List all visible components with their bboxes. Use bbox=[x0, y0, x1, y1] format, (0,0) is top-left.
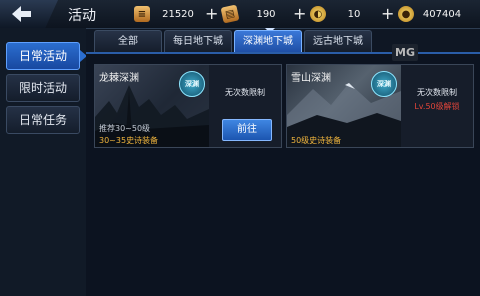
dungeon-info: 无次数限制 Lv.50级解锁 bbox=[401, 65, 473, 147]
coin-icon: ◐ bbox=[310, 6, 326, 22]
sidebar-item-limited-activity[interactable]: 限时活动 bbox=[6, 74, 80, 102]
tab-abyss-dungeon[interactable]: 深渊地下城 bbox=[234, 30, 302, 52]
add-coin-button[interactable]: + bbox=[381, 6, 394, 22]
abyss-badge-icon: 深渊 bbox=[179, 71, 205, 97]
dungeon-card-dragon-thorn[interactable]: 龙棘深渊 深渊 推荐30~50级 30~35史诗装备 无次数限制 前往 bbox=[94, 64, 282, 148]
add-scroll-button[interactable]: + bbox=[205, 6, 218, 22]
resource-value: 10 bbox=[347, 8, 361, 20]
resource-value: 21520 bbox=[162, 8, 194, 20]
resource-gold: ● 407404 bbox=[398, 5, 466, 23]
attempt-limit: 无次数限制 bbox=[225, 88, 265, 97]
resource-scroll: ≡ 21520 + bbox=[134, 5, 218, 23]
recommend-level: 推荐30~50级 bbox=[99, 124, 151, 133]
sidebar: 日常活动 限时活动 日常任务 bbox=[0, 28, 87, 296]
resource-value: 407404 bbox=[422, 8, 462, 20]
page-title: 活动 bbox=[68, 8, 96, 24]
dungeon-card-snow-mountain[interactable]: 雪山深渊 深渊 50级史诗装备 无次数限制 Lv.50级解锁 bbox=[286, 64, 474, 148]
reward-gear: 30~35史诗装备 bbox=[99, 136, 159, 145]
resource-coin: ◐ 10 + bbox=[310, 5, 394, 23]
ticket-icon: ▤ bbox=[220, 4, 240, 24]
top-bar: 活动 ≡ 21520 + ▤ 190 + ◐ 10 + ● 407404 bbox=[0, 0, 480, 29]
scroll-icon: ≡ bbox=[134, 6, 150, 22]
dungeon-info: 无次数限制 前往 bbox=[209, 65, 281, 147]
reward-gear: 50级史诗装备 bbox=[291, 136, 342, 145]
back-button[interactable] bbox=[0, 0, 58, 28]
dungeon-name: 雪山深渊 bbox=[291, 73, 331, 84]
go-button[interactable]: 前往 bbox=[222, 119, 272, 141]
resource-value: 190 bbox=[256, 8, 276, 20]
dungeon-image: 龙棘深渊 深渊 推荐30~50级 30~35史诗装备 bbox=[95, 65, 209, 147]
tab-daily-dungeon[interactable]: 每日地下城 bbox=[164, 30, 232, 52]
tab-all[interactable]: 全部 bbox=[94, 30, 162, 52]
dungeon-name: 龙棘深渊 bbox=[99, 73, 139, 84]
tab-ancient-dungeon[interactable]: 远古地下城 bbox=[304, 30, 372, 52]
gold-coin-icon: ● bbox=[398, 6, 414, 22]
attempt-limit: 无次数限制 bbox=[417, 88, 457, 97]
dungeon-image: 雪山深渊 深渊 50级史诗装备 bbox=[287, 65, 401, 147]
unlock-requirement: Lv.50级解锁 bbox=[414, 102, 460, 111]
watermark-logo: MG bbox=[392, 44, 418, 61]
sidebar-item-daily-quest[interactable]: 日常任务 bbox=[6, 106, 80, 134]
sidebar-item-daily-activity[interactable]: 日常活动 bbox=[6, 42, 87, 70]
add-ticket-button[interactable]: + bbox=[293, 6, 306, 22]
abyss-badge-icon: 深渊 bbox=[371, 71, 397, 97]
resource-ticket: ▤ 190 + bbox=[220, 4, 306, 24]
back-arrow-icon bbox=[12, 6, 31, 22]
